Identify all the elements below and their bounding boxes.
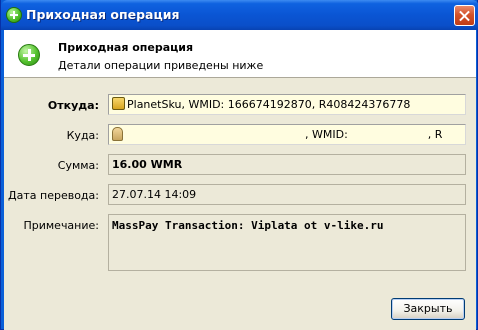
to-label: Куда:: [66, 129, 99, 142]
window-title: Приходная операция: [26, 7, 180, 22]
dialog-body: Приходная операция Детали операции приве…: [4, 30, 476, 330]
date-label: Дата перевода:: [8, 189, 99, 202]
amount-field: 16.00 WMR: [108, 154, 466, 175]
header-title: Приходная операция: [58, 41, 194, 54]
dialog-header: Приходная операция Детали операции приве…: [4, 30, 476, 78]
date-field: 27.07.14 14:09: [108, 184, 466, 205]
note-value: MassPay Transaction: Viplata ot v-like.r…: [112, 219, 384, 232]
from-value: PlanetSku, WMID: 166674192870, R40842437…: [127, 98, 411, 111]
from-field[interactable]: PlanetSku, WMID: 166674192870, R40842437…: [108, 94, 466, 115]
plus-icon: [6, 7, 22, 23]
to-wmid-label: , WMID:: [305, 128, 348, 141]
close-button[interactable]: Закрыть: [391, 298, 465, 320]
header-subtitle: Детали операции приведены ниже: [58, 59, 264, 72]
window-close-button[interactable]: [454, 5, 475, 26]
dialog-window: Приходная операция Приходная операция Де…: [0, 0, 478, 330]
plus-icon: [18, 44, 40, 66]
webmoney-icon: [112, 97, 125, 110]
user-icon: [112, 127, 123, 141]
note-label: Примечание:: [23, 219, 99, 232]
note-field[interactable]: MassPay Transaction: Viplata ot v-like.r…: [108, 214, 466, 271]
to-purse-prefix: , R: [427, 128, 443, 141]
amount-label: Сумма:: [57, 159, 99, 172]
amount-value: 16.00 WMR: [112, 158, 183, 171]
title-bar[interactable]: Приходная операция: [1, 0, 478, 30]
date-value: 27.07.14 14:09: [112, 188, 197, 201]
to-field[interactable]: , WMID: , R: [108, 124, 466, 145]
from-label: Откуда:: [47, 99, 99, 112]
